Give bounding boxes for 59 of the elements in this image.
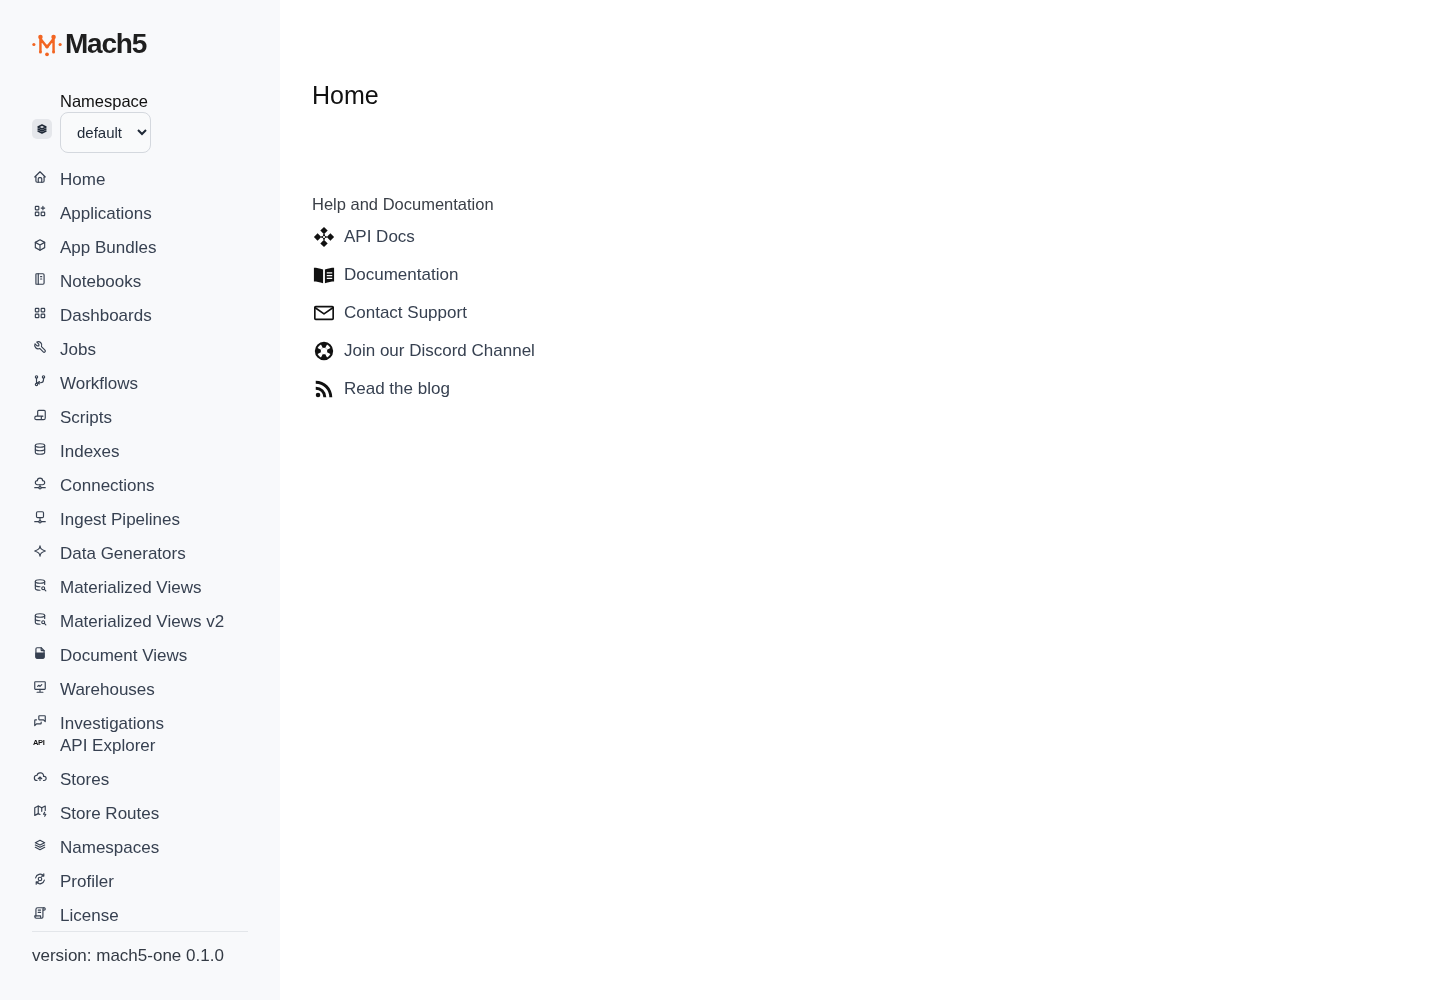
monitor-icon	[33, 680, 47, 694]
nav-item[interactable]: Document Views	[32, 644, 248, 668]
help-link[interactable]: Documentation	[312, 263, 459, 287]
namespace-label: Namespace	[60, 91, 149, 111]
database-search-icon	[33, 612, 47, 626]
notebook-icon	[33, 272, 47, 286]
nav-item[interactable]: Data Generators	[32, 542, 248, 566]
page-title: Home	[312, 80, 379, 110]
help-link[interactable]: Contact Support	[312, 301, 467, 325]
nav-item[interactable]: License	[32, 904, 248, 928]
section-heading: Help and Documentation	[312, 194, 494, 214]
certificate-icon	[33, 906, 47, 920]
lifebuoy-icon	[313, 340, 335, 362]
help-link[interactable]: API Docs	[312, 225, 415, 249]
layers-icon	[32, 119, 52, 139]
network-node-icon	[33, 510, 47, 524]
map-icon	[33, 804, 47, 818]
grid-plus-icon	[33, 204, 47, 218]
cube-icon	[33, 238, 47, 252]
version-text: version: mach5-one 0.1.0	[32, 946, 225, 966]
nav-item[interactable]: Dashboards	[32, 304, 248, 328]
nav-item[interactable]: Home	[32, 168, 248, 192]
nav-item[interactable]: Namespaces	[32, 836, 248, 860]
nav-item[interactable]: Connections	[32, 474, 248, 498]
logo-text: Mach5	[65, 29, 147, 59]
nav-item[interactable]: Profiler	[32, 870, 248, 894]
file-icon	[33, 646, 47, 660]
home-icon	[33, 170, 47, 184]
help-link[interactable]: Read the blog	[312, 377, 450, 401]
nav-item[interactable]: Materialized Views v2	[32, 610, 248, 634]
nav-item[interactable]: Materialized Views	[32, 576, 248, 600]
nav-item[interactable]: Notebooks	[32, 270, 248, 294]
layers-icon	[33, 838, 47, 852]
nav-item[interactable]: Jobs	[32, 338, 248, 362]
nav-item[interactable]: Warehouses	[32, 678, 248, 702]
nav-item[interactable]: Stores	[32, 768, 248, 792]
cloud-network-icon	[33, 476, 47, 490]
help-link[interactable]: Join our Discord Channel	[312, 339, 535, 363]
cloud-upload-icon	[33, 770, 47, 784]
branch-icon	[33, 374, 47, 388]
nav-item[interactable]: App Bundles	[32, 236, 248, 260]
nav-item[interactable]: Scripts	[32, 406, 248, 430]
namespace-select[interactable]: default	[60, 112, 151, 153]
scroll-icon	[33, 408, 47, 422]
nav-item[interactable]: Workflows	[32, 372, 248, 396]
rss-icon	[313, 378, 335, 400]
nav-item[interactable]: Applications	[32, 202, 248, 226]
move-arrows-icon	[313, 226, 335, 248]
chat-icon	[33, 714, 47, 728]
wrench-icon	[33, 340, 47, 354]
nav-item[interactable]: Investigations	[32, 712, 248, 736]
layout-grid-icon	[33, 306, 47, 320]
cycle-icon	[33, 872, 47, 886]
nav-item[interactable]: Store Routes	[32, 802, 248, 826]
sparkle-icon	[33, 544, 47, 558]
nav-item[interactable]: Indexes	[32, 440, 248, 464]
nav-item[interactable]: Ingest Pipelines	[32, 508, 248, 532]
database-icon	[33, 442, 47, 456]
database-search-icon	[33, 578, 47, 592]
